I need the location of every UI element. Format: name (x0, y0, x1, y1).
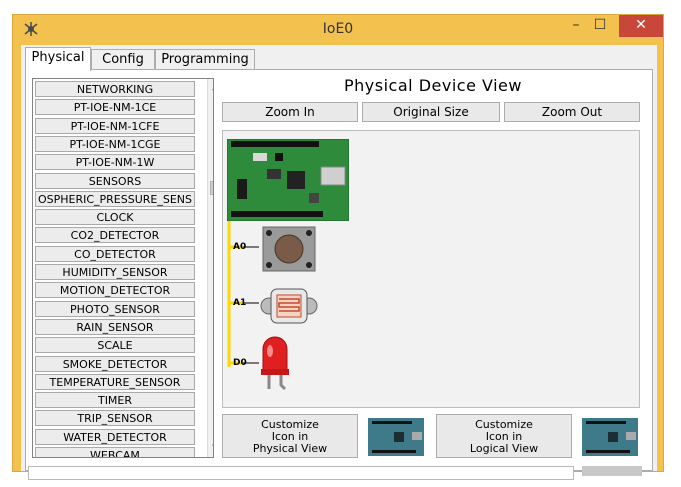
tab-physical[interactable]: Physical (25, 47, 91, 71)
device-list-item[interactable]: PT-IOE-NM-1CGE (35, 135, 195, 152)
device-list-item[interactable]: SENSORS (35, 172, 195, 189)
device-list-item[interactable]: RAIN_SENSOR (35, 318, 195, 335)
bottom-text-field[interactable] (28, 466, 574, 480)
logical-view-board-icon (582, 418, 638, 456)
device-list-item[interactable]: CLOCK (35, 209, 195, 226)
device-list-item[interactable]: NETWORKING (35, 81, 195, 97)
customize-logical-line-3: Logical View (469, 442, 539, 455)
window-frame: IoE0 – ☐ ✕ Physical Config Programming N… (12, 14, 664, 472)
title-bar[interactable]: IoE0 – ☐ ✕ (13, 15, 663, 43)
customize-logical-view-button[interactable]: Customize Icon in Logical View (436, 414, 572, 458)
device-list-item[interactable]: OSPHERIC_PRESSURE_SENS (35, 190, 195, 207)
device-list-item[interactable]: CO2_DETECTOR (35, 227, 195, 244)
bottom-action-button[interactable] (582, 466, 642, 476)
original-size-button[interactable]: Original Size (362, 102, 500, 122)
tab-programming[interactable]: Programming (155, 49, 255, 69)
device-list-item[interactable]: SCALE (35, 337, 195, 354)
physical-device-view-title: Physical Device View (344, 76, 522, 95)
push-button-icon (262, 226, 316, 272)
scroll-up-icon[interactable]: ▲ (208, 79, 213, 95)
device-list-item[interactable]: HUMIDITY_SENSOR (35, 264, 195, 280)
device-list-item[interactable]: PT-IOE-NM-1W (35, 154, 195, 171)
tab-config[interactable]: Config (91, 49, 155, 69)
zoom-out-button[interactable]: Zoom Out (504, 102, 640, 122)
microcontroller-board-icon (227, 139, 349, 221)
red-led-icon (261, 336, 289, 391)
device-list-item[interactable]: TIMER (35, 392, 195, 409)
physical-view-board-icon (368, 418, 424, 456)
customize-physical-line-3: Physical View (252, 442, 328, 455)
scroll-thumb[interactable] (210, 181, 213, 195)
device-list-item[interactable]: PHOTO_SENSOR (35, 300, 195, 317)
scroll-down-icon[interactable]: ▼ (208, 441, 213, 457)
minimize-button[interactable]: – (565, 15, 587, 37)
device-list-item[interactable]: TRIP_SENSOR (35, 410, 195, 427)
pin-label-d0: D0 (233, 358, 247, 368)
list-scrollbar[interactable]: ▲ ▼ (207, 79, 213, 457)
device-list-item[interactable]: CO_DETECTOR (35, 245, 195, 262)
close-button[interactable]: ✕ (619, 15, 663, 37)
pin-label-a1: A1 (233, 298, 247, 308)
customize-physical-view-button[interactable]: Customize Icon in Physical View (222, 414, 358, 458)
device-list-item[interactable]: PT-IOE-NM-1CE (35, 99, 195, 116)
physical-device-canvas[interactable]: A0 A1 D0 (222, 130, 640, 408)
device-list-item[interactable]: TEMPERATURE_SENSOR (35, 373, 195, 390)
window-client: Physical Config Programming NETWORKING PT… (21, 45, 657, 471)
photoresistor-icon (260, 288, 318, 324)
zoom-in-button[interactable]: Zoom In (222, 102, 358, 122)
pin-label-a0: A0 (233, 242, 247, 252)
device-list-item[interactable]: MOTION_DETECTOR (35, 282, 195, 299)
device-list-item[interactable]: PT-IOE-NM-1CFE (35, 117, 195, 134)
physical-tab-panel: NETWORKING PT-IOE-NM-1CE PT-IOE-NM-1CFE PT-… (25, 69, 653, 471)
device-list-item[interactable]: WEBCAM (35, 447, 195, 457)
device-list-item[interactable]: WATER_DETECTOR (35, 428, 195, 445)
device-list-item[interactable]: SMOKE_DETECTOR (35, 355, 195, 372)
device-list[interactable]: NETWORKING PT-IOE-NM-1CE PT-IOE-NM-1CFE PT-… (32, 78, 214, 458)
maximize-button[interactable]: ☐ (589, 15, 611, 37)
